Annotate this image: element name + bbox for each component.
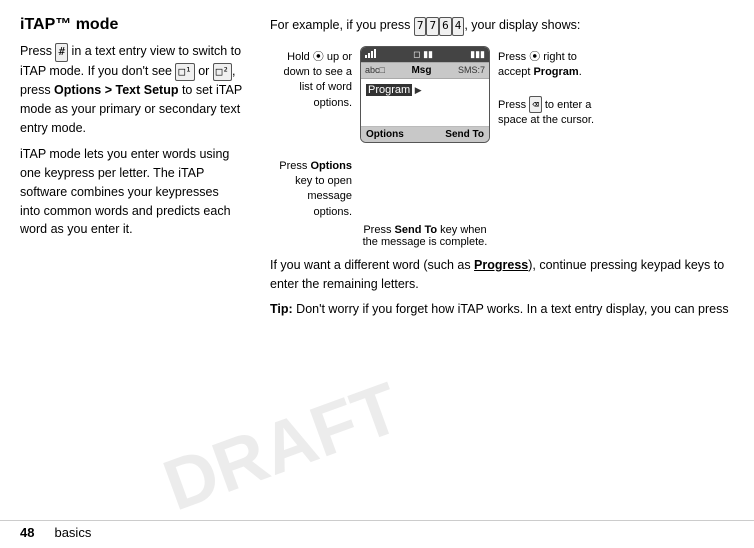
diagram-bottom-labels: Press Options key to open message option…	[270, 155, 734, 249]
key-7a: 7	[414, 17, 427, 36]
nav-right-icon: ⦿	[529, 51, 540, 63]
hash-key: #	[55, 43, 68, 62]
word-progress: Progress	[474, 258, 528, 272]
phone-msg-label: Msg	[385, 65, 458, 76]
tip-label: Tip:	[270, 302, 293, 316]
nav-dot-icon: ⦿	[313, 51, 324, 63]
page-number: 48	[20, 525, 34, 540]
phone-mockup: ◻ ▮▮ ▮▮▮ abc□ Msg SMS:7 Program ▶ Option…	[360, 46, 490, 143]
bottom-para2: Tip: Don't worry if you forget how iTAP …	[270, 300, 734, 319]
options-text: Options > Text Setup	[54, 83, 178, 97]
phone-status-icons: ◻ ▮▮	[413, 49, 433, 60]
phone-sms-count: SMS:7	[458, 65, 485, 75]
key-7b: 7	[426, 17, 439, 36]
left-column: iTAP™ mode Press # in a text entry view …	[20, 16, 260, 510]
page-content: iTAP™ mode Press # in a text entry view …	[0, 0, 754, 520]
bottom-text: If you want a different word (such as Pr…	[270, 256, 734, 318]
phone-options-label: Options	[366, 129, 404, 140]
diagram-area: Hold ⦿ up or down to see a list of word …	[270, 46, 734, 143]
sendto-key-label: Send To	[395, 224, 438, 236]
phone-nav-bar: Options Send To	[361, 127, 489, 142]
intro-text: For example, if you press 7764, your dis…	[270, 16, 734, 36]
phone-battery-icon: ▮▮▮	[470, 49, 485, 60]
key-4: 4	[452, 17, 465, 36]
section-title: iTAP™ mode	[20, 16, 242, 34]
right-column: For example, if you press 7764, your dis…	[260, 16, 734, 510]
options-key-label: Options	[310, 160, 352, 172]
backspace-key-icon: ⌫	[529, 96, 542, 113]
bottom-para1: If you want a different word (such as Pr…	[270, 256, 734, 294]
phone-input-row: abc□ Msg SMS:7	[361, 62, 489, 79]
phone-status-bar: ◻ ▮▮ ▮▮▮	[361, 47, 489, 62]
key-6: 6	[439, 17, 452, 36]
word-program: Program	[533, 66, 578, 78]
phone-mode-label: abc□	[365, 65, 385, 75]
label-options-row: Press Options key to open message option…	[270, 159, 734, 221]
label-sendto-row: Press Send To key when the message is co…	[360, 224, 490, 248]
mode-key2: □²	[213, 63, 232, 82]
label-options-left: Press Options key to open message option…	[270, 159, 360, 221]
phone-sendto-label: Send To	[445, 129, 484, 140]
left-para2: iTAP mode lets you enter words using one…	[20, 145, 242, 239]
phone-word-display: Program	[366, 84, 412, 96]
left-para1: Press # in a text entry view to switch t…	[20, 42, 242, 137]
phone-signal-icon	[365, 49, 376, 60]
label-press-right: Press ⦿ right to accept Program. Press ⌫…	[490, 46, 600, 129]
phone-cursor: ▶	[412, 85, 421, 95]
mode-key1: □¹	[175, 63, 194, 82]
phone-text-area: Program ▶	[361, 79, 489, 127]
page-footer: 48 basics	[0, 520, 754, 548]
page-section: basics	[54, 525, 91, 540]
label-hold-nav: Hold ⦿ up or down to see a list of word …	[270, 46, 360, 112]
left-para1-text1: Press # in a text entry view to switch t…	[20, 44, 242, 135]
